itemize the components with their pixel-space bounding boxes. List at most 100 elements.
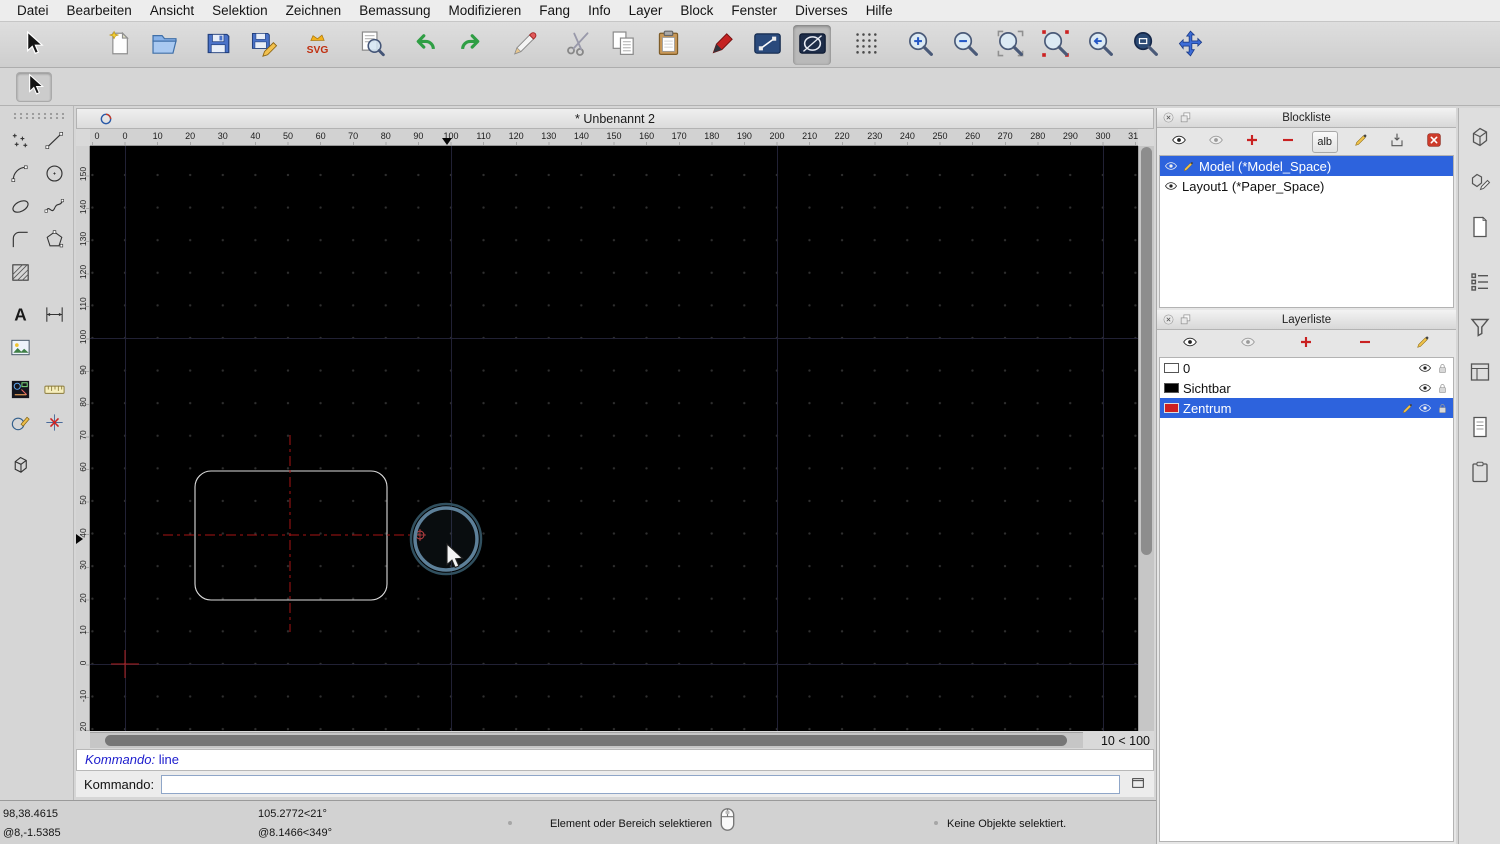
- copy-button[interactable]: [604, 25, 642, 65]
- measure-tool-button[interactable]: [39, 375, 70, 406]
- vertical-scrollbar-thumb[interactable]: [1141, 147, 1152, 555]
- zoom-in-button[interactable]: [901, 25, 939, 65]
- save-document-button[interactable]: [199, 25, 237, 65]
- menu-zeichnen[interactable]: Zeichnen: [277, 3, 351, 18]
- close-layer-panel-button[interactable]: [1161, 313, 1175, 327]
- fillet-tool-button[interactable]: [5, 225, 36, 256]
- zoom-window-button[interactable]: [1126, 25, 1164, 65]
- pen-attributes-button[interactable]: [703, 25, 741, 65]
- paste-button[interactable]: [649, 25, 687, 65]
- lock-icon[interactable]: [1436, 362, 1449, 375]
- insert-block-button[interactable]: [1384, 131, 1410, 153]
- menu-datei[interactable]: Datei: [8, 3, 58, 18]
- edit-entity-button[interactable]: [505, 25, 543, 65]
- layer-visibility-all-button[interactable]: [1235, 333, 1261, 355]
- lock-icon[interactable]: [1436, 402, 1449, 415]
- print-preview-button[interactable]: [352, 25, 390, 65]
- menu-layer[interactable]: Layer: [620, 3, 672, 18]
- menu-hilfe[interactable]: Hilfe: [857, 3, 902, 18]
- visibility-eye-icon[interactable]: [1164, 179, 1178, 193]
- visibility-eye-icon[interactable]: [1418, 361, 1432, 375]
- command-detach-button[interactable]: [1127, 774, 1149, 794]
- dock-filter-button[interactable]: [1463, 310, 1497, 346]
- dock-document-info-button[interactable]: [1463, 410, 1497, 446]
- dock-new-view-button[interactable]: [1463, 210, 1497, 246]
- drawing-canvas[interactable]: [90, 146, 1138, 731]
- select-tool-button[interactable]: [13, 25, 51, 65]
- menu-fang[interactable]: Fang: [530, 3, 579, 18]
- snap-tool-button[interactable]: [39, 408, 70, 439]
- layer-color-swatch[interactable]: [1164, 363, 1179, 373]
- grid-toggle-button[interactable]: [847, 25, 885, 65]
- layer-list-item[interactable]: 0: [1160, 358, 1453, 378]
- close-block-panel-button[interactable]: [1161, 111, 1175, 125]
- horizontal-scrollbar-thumb[interactable]: [105, 735, 1067, 746]
- detach-layer-panel-button[interactable]: [1178, 313, 1192, 327]
- zoom-auto-button[interactable]: [991, 25, 1029, 65]
- visibility-eye-icon[interactable]: [1418, 381, 1432, 395]
- solids-tool-button[interactable]: [5, 450, 36, 481]
- block-visibility-button[interactable]: [1166, 131, 1192, 153]
- zoom-out-button[interactable]: [946, 25, 984, 65]
- new-document-button[interactable]: [100, 25, 138, 65]
- export-svg-button[interactable]: SVG: [298, 25, 336, 65]
- layer-color-swatch[interactable]: [1164, 403, 1179, 413]
- dock-library-browser-button[interactable]: [1463, 120, 1497, 156]
- line-attributes-button[interactable]: [748, 25, 786, 65]
- dock-clipboard-button[interactable]: [1463, 455, 1497, 491]
- command-input[interactable]: [161, 775, 1120, 794]
- splines-tool-button[interactable]: [39, 192, 70, 223]
- dimensions-tool-button[interactable]: [39, 300, 70, 331]
- redraw-button[interactable]: [1036, 25, 1074, 65]
- save-document-as-button[interactable]: [244, 25, 282, 65]
- image-tool-button[interactable]: [5, 333, 36, 364]
- layer-visibility-button[interactable]: [1177, 333, 1203, 355]
- rename-block-button[interactable]: alb: [1312, 131, 1338, 153]
- remove-layer-button[interactable]: [1352, 333, 1378, 355]
- visibility-eye-icon[interactable]: [1164, 159, 1178, 173]
- block-list-item[interactable]: Model (*Model_Space): [1160, 156, 1453, 176]
- pan-button[interactable]: [1171, 25, 1209, 65]
- open-document-button[interactable]: [145, 25, 183, 65]
- cut-button[interactable]: [559, 25, 597, 65]
- hatch-tool-button[interactable]: [5, 258, 36, 289]
- lines-tool-button[interactable]: [39, 126, 70, 157]
- block-visibility-all-button[interactable]: [1203, 131, 1229, 153]
- palette-drag-handle[interactable]: [12, 112, 64, 119]
- menu-block[interactable]: Block: [671, 3, 722, 18]
- edit-block-button[interactable]: [1348, 131, 1374, 153]
- menu-bemassung[interactable]: Bemassung: [350, 3, 439, 18]
- visibility-eye-icon[interactable]: [1418, 401, 1432, 415]
- document-titlebar[interactable]: * Unbenannt 2: [76, 108, 1154, 129]
- close-block-editing-button[interactable]: [1421, 131, 1447, 153]
- dock-block-editor-button[interactable]: [1463, 165, 1497, 201]
- points-tool-button[interactable]: [5, 126, 36, 157]
- circles-tool-button[interactable]: [39, 159, 70, 190]
- lock-icon[interactable]: [1436, 382, 1449, 395]
- add-layer-button[interactable]: [1293, 333, 1319, 355]
- menu-fenster[interactable]: Fenster: [722, 3, 786, 18]
- remove-block-button[interactable]: [1275, 131, 1301, 153]
- zoom-previous-button[interactable]: [1081, 25, 1119, 65]
- circle-attributes-button[interactable]: [793, 25, 831, 65]
- polygons-tool-button[interactable]: [39, 225, 70, 256]
- layer-list-item[interactable]: Sichtbar: [1160, 378, 1453, 398]
- edit-layer-button[interactable]: [1410, 333, 1436, 355]
- detach-block-panel-button[interactable]: [1178, 111, 1192, 125]
- layer-color-swatch[interactable]: [1164, 383, 1179, 393]
- undo-button[interactable]: [406, 25, 444, 65]
- menu-modifizieren[interactable]: Modifizieren: [440, 3, 531, 18]
- ellipses-tool-button[interactable]: [5, 192, 36, 223]
- text-tool-button[interactable]: A: [5, 300, 36, 331]
- select-tool-option-button[interactable]: [16, 72, 52, 102]
- redo-button[interactable]: [451, 25, 489, 65]
- dock-entity-list-button[interactable]: [1463, 265, 1497, 301]
- menu-info[interactable]: Info: [579, 3, 620, 18]
- centerline-cross[interactable]: [163, 435, 420, 632]
- horizontal-scrollbar[interactable]: [90, 732, 1083, 748]
- block-list-item[interactable]: Layout1 (*Paper_Space): [1160, 176, 1453, 196]
- menu-ansicht[interactable]: Ansicht: [141, 3, 203, 18]
- layer-list-item[interactable]: Zentrum: [1160, 398, 1453, 418]
- fill-tool-button[interactable]: [5, 375, 36, 406]
- add-block-button[interactable]: [1239, 131, 1265, 153]
